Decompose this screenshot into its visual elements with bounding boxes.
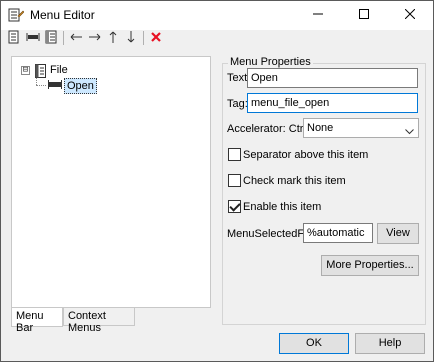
maximize-button[interactable] [341,1,387,30]
tab-context-menus[interactable]: Context Menus [63,308,135,334]
more-properties-button[interactable]: More Properties... [321,255,419,276]
minimize-icon [313,9,323,22]
toolbar [1,30,433,46]
tree-item-open[interactable]: Open [64,78,97,94]
move-up-button[interactable] [105,30,121,46]
new-context-menu-button[interactable] [43,30,59,46]
move-down-button[interactable] [123,30,139,46]
title-bar: Menu Editor [1,1,433,30]
new-menu-button[interactable] [7,30,23,46]
check-mark-checkbox[interactable] [228,174,241,187]
enable-checkbox[interactable] [228,200,241,213]
minimize-button[interactable] [295,1,341,30]
maximize-icon [359,9,369,22]
tab-menu-bar[interactable]: Menu Bar [11,308,63,334]
menu-editor-window: Menu Editor ⊟ File Open Menu Bar Context… [0,0,434,362]
close-icon [404,8,416,22]
new-menu-item-icon [26,30,40,47]
new-menu-icon [8,30,22,47]
new-menu-item-button[interactable] [25,30,41,46]
move-left-button[interactable] [68,30,84,46]
tree-connector [36,85,46,86]
new-context-menu-icon [44,30,58,47]
accelerator-value: None [307,122,334,134]
separator-label: Separator above this item [243,149,369,161]
move-left-icon [69,30,83,47]
delete-button[interactable] [148,30,164,46]
tag-field[interactable]: menu_file_open [247,93,418,113]
window-title: Menu Editor [30,8,95,22]
toolbar-separator [143,31,144,45]
menu-icon [35,64,47,78]
chevron-down-icon [405,125,414,135]
tree-item-file[interactable]: File [50,64,68,76]
callback-field[interactable]: %automatic [303,223,373,243]
help-button[interactable]: Help [355,333,425,354]
move-up-icon [106,30,120,47]
enable-label: Enable this item [243,201,322,213]
tag-label: Tag: [227,98,248,110]
menu-editor-app-icon [8,7,25,23]
view-button[interactable]: View [377,223,419,244]
menu-item-icon [48,80,62,89]
collapse-toggle[interactable]: ⊟ [21,66,30,75]
menu-properties-title: Menu Properties [228,56,313,68]
delete-icon [149,30,163,47]
menu-tree-panel[interactable]: ⊟ File Open [11,56,211,308]
move-down-icon [124,30,138,47]
close-button[interactable] [387,1,433,30]
separator-checkbox[interactable] [228,148,241,161]
text-field[interactable]: Open [247,68,418,88]
accelerator-select[interactable]: None [303,118,419,138]
ok-button[interactable]: OK [279,333,349,354]
move-right-button[interactable] [87,30,103,46]
move-right-icon [88,30,102,47]
check-mark-label: Check mark this item [243,175,346,187]
toolbar-separator [63,31,64,45]
